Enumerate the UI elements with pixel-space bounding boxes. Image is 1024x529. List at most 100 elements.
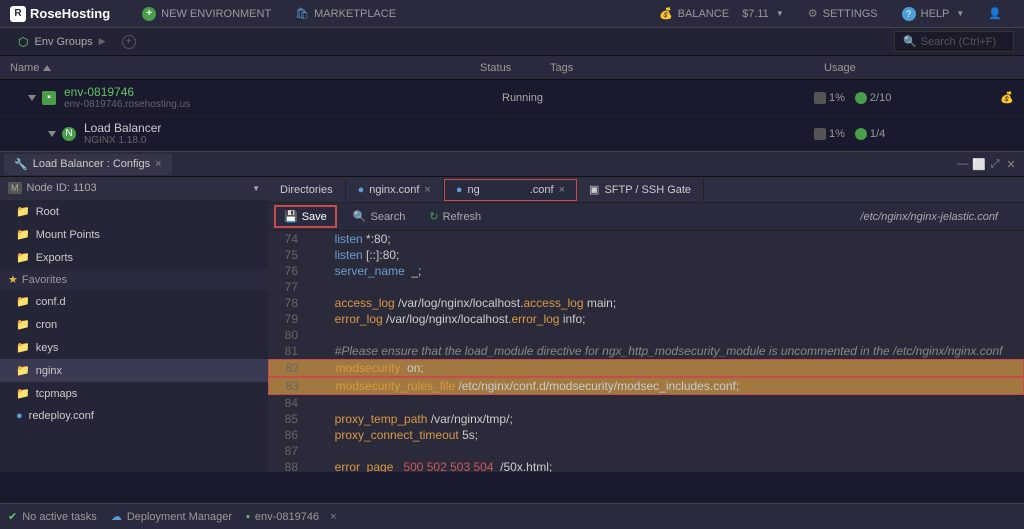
chevron-right-icon: ▶ [99,36,106,47]
minimize-button[interactable]: — [956,157,970,171]
close-icon[interactable]: × [424,184,430,196]
search-input[interactable]: 🔍 Search (Ctrl+F) [894,31,1014,52]
cpu-icon [814,128,826,140]
code-line[interactable]: 80 [268,327,1024,343]
groups-icon: ⬡ [18,35,28,49]
save-icon: 💾 [284,210,298,223]
expand-icon[interactable] [48,131,56,137]
chevron-down-icon: ▼ [956,9,964,18]
terminal-icon: ▣ [589,183,599,196]
col-tags-header[interactable]: Tags [550,62,824,74]
code-line[interactable]: 77 [268,279,1024,295]
expand-button[interactable]: ⤢ [988,157,1002,171]
refresh-button[interactable]: ↻Refresh [421,207,489,226]
folder-icon: 📁 [16,318,30,331]
env-icon: ▪ [246,511,250,523]
cloudlet-icon [855,92,867,104]
tree-item-conf.d[interactable]: 📁conf.d [0,290,268,313]
editor-tab-file2[interactable]: ●ng.conf× [444,179,577,201]
add-group-button[interactable]: + [122,35,136,49]
node-selector[interactable]: M Node ID: 1103 ▼ [0,177,268,200]
chevron-down-icon: ▼ [776,9,784,18]
code-line[interactable]: 87 [268,443,1024,459]
search-icon: 🔍 [903,35,917,48]
code-line[interactable]: 86 proxy_connect_timeout 5s; [268,427,1024,443]
env-status: Running [502,92,572,104]
money-icon: 💰 [1000,91,1014,104]
money-bag-icon: 💰 [659,7,673,20]
maximize-button[interactable]: ⬜ [972,157,986,171]
shop-icon: 🛍 [295,7,309,20]
code-line[interactable]: 74 listen *:80; [268,231,1024,247]
close-icon[interactable]: × [330,511,336,523]
gear-icon: ⚙ [808,7,818,20]
code-line[interactable]: 75 listen [::]:80; [268,247,1024,263]
star-icon: ★ [8,273,18,286]
code-line[interactable]: 83 modsecurity_rules_file /etc/nginx/con… [268,377,1024,395]
tree-item-root[interactable]: 📁Root [0,200,268,223]
env-tab[interactable]: ▪env-0819746× [246,511,337,523]
code-line[interactable]: 81 #Please ensure that the load_module d… [268,343,1024,359]
code-line[interactable]: 84 [268,395,1024,411]
grid-header: Name Status Tags Usage [0,56,1024,80]
close-button[interactable]: ✕ [1004,157,1018,171]
balance-button[interactable]: 💰 BALANCE $7.11 ▼ [647,0,796,28]
col-name-header[interactable]: Name [10,62,39,74]
environment-row[interactable]: ▪ env-0819746 env-0819746.rosehosting.us… [0,80,1024,116]
code-line[interactable]: 79 error_log /var/log/nginx/localhost.er… [268,311,1024,327]
tree-favorites-header: ★Favorites [0,269,268,290]
file-icon: ● [358,184,365,196]
code-line[interactable]: 88 error_page 500 502 503 504 /50x.html; [268,459,1024,472]
node-row[interactable]: N Load Balancer NGINX 1.18.0 1% 1/4 [0,116,1024,151]
user-button[interactable]: 👤 [976,0,1014,28]
user-icon: 👤 [988,7,1002,20]
close-icon[interactable]: × [559,184,565,196]
search-button[interactable]: 🔍Search [345,207,414,226]
deployment-manager-button[interactable]: ☁Deployment Manager [111,510,232,523]
expand-icon[interactable] [28,95,36,101]
code-editor[interactable]: 74 listen *:80;75 listen [::]:80;76 serv… [268,231,1024,472]
code-line[interactable]: 78 access_log /var/log/nginx/localhost.a… [268,295,1024,311]
col-status-header[interactable]: Status [480,62,550,74]
file-tree: M Node ID: 1103 ▼ 📁Root 📁Mount Points 📁E… [0,177,268,472]
editor-tab-sftp[interactable]: ▣SFTP / SSH Gate [577,178,704,201]
chevron-down-icon: ▼ [252,184,260,193]
check-icon: ✔ [8,510,17,523]
code-line[interactable]: 82 modsecurity on; [268,359,1024,377]
search-icon: 🔍 [353,210,367,223]
help-button[interactable]: ? HELP ▼ [890,0,977,28]
cloudlet-icon [855,128,867,140]
tree-item-cron[interactable]: 📁cron [0,313,268,336]
file-icon: ● [456,184,463,196]
tree-item-exports[interactable]: 📁Exports [0,246,268,269]
folder-icon: 📁 [16,387,30,400]
folder-icon: 📁 [16,205,30,218]
logo-text: RoseHosting [30,6,110,21]
tree-item-file[interactable]: ●redeploy.conf [0,405,268,427]
tree-item-keys[interactable]: 📁keys [0,336,268,359]
env-icon: ▪ [42,91,56,105]
folder-icon: 📁 [16,228,30,241]
tree-item-tcpmaps[interactable]: 📁tcpmaps [0,382,268,405]
env-groups-button[interactable]: ⬡ Env Groups ▶ [10,35,114,49]
help-icon: ? [902,7,916,21]
settings-button[interactable]: ⚙ SETTINGS [796,0,890,28]
marketplace-button[interactable]: 🛍 MARKETPLACE [283,0,408,28]
tree-item-mount[interactable]: 📁Mount Points [0,223,268,246]
tree-item-nginx[interactable]: 📁nginx [0,359,268,382]
node-version: NGINX 1.18.0 [84,135,502,146]
tasks-indicator[interactable]: ✔No active tasks [8,510,97,523]
logo[interactable]: R RoseHosting [10,6,110,22]
close-icon[interactable]: × [155,158,161,170]
save-button[interactable]: 💾Save [274,205,337,228]
nginx-icon: N [62,127,76,141]
refresh-icon: ↻ [429,210,438,223]
code-line[interactable]: 85 proxy_temp_path /var/nginx/tmp/; [268,411,1024,427]
panel-tab-configs[interactable]: 🔧 Load Balancer : Configs × [4,154,172,175]
node-name: Load Balancer [84,121,502,135]
col-usage-header[interactable]: Usage [824,62,1024,74]
editor-tab-directories[interactable]: Directories [268,179,346,201]
code-line[interactable]: 76 server_name _; [268,263,1024,279]
editor-tab-file1[interactable]: ●nginx.conf× [346,179,444,201]
new-environment-button[interactable]: + NEW ENVIRONMENT [130,0,283,28]
